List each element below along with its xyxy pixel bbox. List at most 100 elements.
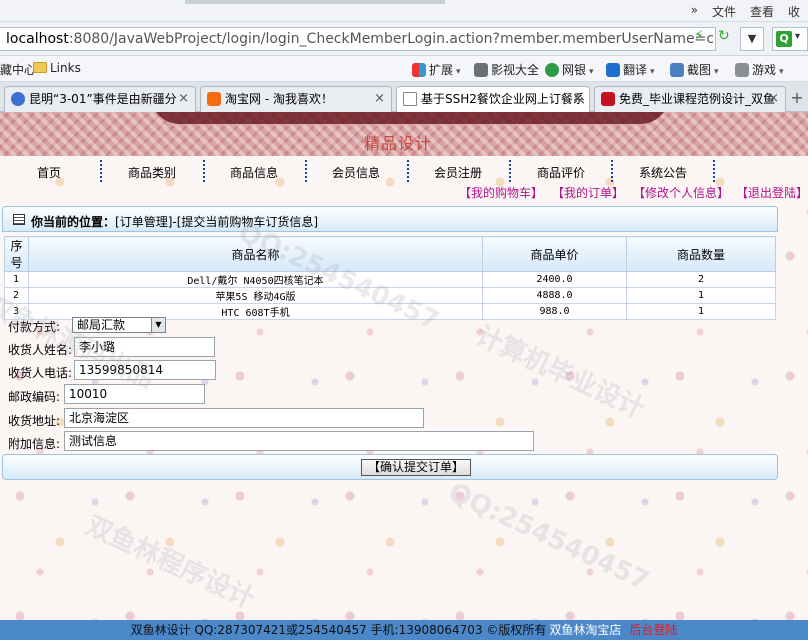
speed-mode-icon[interactable]: ⚡: [694, 28, 704, 44]
cell-qty: 1: [626, 287, 776, 304]
menu-overflow[interactable]: »: [691, 3, 698, 20]
address-bar: localhost:8080/JavaWebProject/login/logi…: [0, 22, 808, 56]
col-price: 商品单价: [482, 236, 627, 272]
fav-screenshot-label: 截图: [687, 63, 712, 77]
footer-shop-link[interactable]: 双鱼林淘宝店: [549, 623, 621, 637]
fav-video-label: 影视大全: [491, 63, 540, 77]
tab-current[interactable]: 基于SSH2餐饮企业网上订餐系 ×: [396, 86, 590, 113]
footer-admin-link[interactable]: 后台登陆: [629, 623, 677, 637]
fav-bank[interactable]: 网银 ▾: [545, 61, 594, 78]
nav-notices[interactable]: 系统公告: [639, 164, 687, 181]
tab-title: 淘宝网 - 淘我喜欢！: [225, 92, 333, 106]
payment-select[interactable]: 邮局汇款 ▼: [72, 317, 166, 333]
menu-items: » 文件 查看 收: [691, 3, 808, 20]
postcode-input[interactable]: 10010: [64, 384, 205, 404]
nav-reviews[interactable]: 商品评价: [537, 164, 585, 181]
nav-divider: [100, 160, 102, 182]
close-icon[interactable]: ×: [768, 87, 779, 111]
history-dropdown-icon[interactable]: ▼: [740, 27, 764, 51]
receiver-name-input[interactable]: 李小璐: [74, 337, 215, 357]
link-my-orders[interactable]: 【我的订单】: [552, 184, 624, 201]
receiver-phone-input[interactable]: 13599850814: [74, 360, 216, 380]
cell-price: 2400.0: [482, 271, 627, 288]
footer-copyright: 双鱼林设计 QQ:287307421或254540457 手机:13908064…: [130, 623, 547, 637]
fav-favorites-center[interactable]: 藏中心: [0, 61, 36, 78]
chevron-down-icon: ▾: [779, 67, 784, 77]
tab-news[interactable]: 昆明“3-01”事件是由新疆分 ×: [4, 86, 196, 112]
breadcrumb-label: 你当前的位置：: [31, 215, 116, 229]
bank-icon: [545, 63, 559, 77]
col-qty: 商品数量: [626, 236, 776, 272]
video-icon: [474, 63, 488, 77]
cell-name: 苹果5S 移动4G版: [28, 287, 483, 304]
tab-title: 基于SSH2餐饮企业网上订餐系: [421, 92, 585, 106]
memo-input[interactable]: 测试信息: [64, 431, 534, 451]
fav-video[interactable]: 影视大全: [474, 61, 539, 78]
nav-register[interactable]: 会员注册: [434, 164, 482, 181]
nav-members[interactable]: 会员信息: [332, 164, 380, 181]
new-tab-button[interactable]: +: [787, 88, 807, 108]
translate-icon: [606, 63, 620, 77]
site-footer: 双鱼林设计 QQ:287307421或254540457 手机:13908064…: [0, 620, 808, 640]
menu-favorites[interactable]: 收: [788, 3, 800, 20]
breadcrumb-path: [订单管理]-[提交当前购物车订货信息]: [115, 215, 319, 229]
menu-view[interactable]: 查看: [750, 3, 774, 20]
nav-products[interactable]: 商品信息: [230, 164, 278, 181]
fav-ext-label: 扩展: [429, 63, 454, 77]
table-row: 2 苹果5S 移动4G版 4888.0 1: [4, 287, 776, 304]
scissors-icon: [670, 63, 684, 77]
link-my-cart[interactable]: 【我的购物车】: [459, 184, 543, 201]
nav-divider: [509, 160, 511, 182]
cell-name: Dell/戴尔 N4050四核笔记本: [28, 271, 483, 288]
chevron-down-icon: ▾: [795, 31, 801, 42]
fav-games[interactable]: 游戏 ▾: [735, 61, 784, 78]
fav-extensions[interactable]: 扩展 ▾: [412, 61, 461, 78]
extensions-icon: [412, 63, 426, 77]
search-engine-icon: Q: [776, 31, 792, 47]
search-engine-button[interactable]: Q ▾: [772, 27, 808, 51]
site-icon: [601, 92, 615, 106]
browser-menubar: » 文件 查看 收: [0, 0, 808, 22]
cell-qty: 2: [626, 271, 776, 288]
watermark: 计算机毕业设计: [471, 320, 649, 425]
cell-price: 4888.0: [482, 287, 627, 304]
nav-home[interactable]: 首页: [37, 164, 61, 181]
breadcrumb: 你当前的位置：[订单管理]-[提交当前购物车订货信息]: [31, 213, 318, 230]
cart-table: 序号 商品名称 商品单价 商品数量 1 Dell/戴尔 N4050四核笔记本 2…: [4, 236, 776, 320]
close-icon[interactable]: ×: [572, 87, 583, 111]
close-icon[interactable]: ×: [374, 87, 385, 111]
nav-divider: [203, 160, 205, 182]
favorites-bar: 藏中心 Links 扩展 ▾ 影视大全 网银 ▾ 翻译 ▾ 截图 ▾ 游戏 ▾: [0, 56, 808, 82]
cell-price: 988.0: [482, 303, 627, 320]
link-logout[interactable]: 【退出登陆】: [736, 184, 808, 201]
member-links: 【我的购物车】 【我的订单】 【修改个人信息】 【退出登陆】: [0, 184, 808, 200]
submit-order-button[interactable]: 【确认提交订单】: [361, 459, 471, 476]
url-host: localhost: [6, 31, 69, 47]
cell-qty: 1: [626, 303, 776, 320]
menu-file[interactable]: 文件: [712, 3, 736, 20]
address-input[interactable]: 北京海淀区: [64, 408, 424, 428]
site-banner: 精品设计: [0, 112, 808, 156]
chevron-down-icon: ▾: [650, 67, 655, 77]
folder-icon: [33, 62, 47, 73]
nav-divider: [305, 160, 307, 182]
nav-categories[interactable]: 商品类别: [128, 164, 176, 181]
link-edit-profile[interactable]: 【修改个人信息】: [633, 184, 729, 201]
col-name: 商品名称: [28, 236, 483, 272]
taobao-icon: [207, 92, 221, 106]
fav-links[interactable]: Links: [33, 61, 81, 75]
tab-taobao[interactable]: 淘宝网 - 淘我喜欢！ ×: [200, 86, 392, 112]
nav-divider: [713, 160, 715, 182]
close-icon[interactable]: ×: [178, 87, 189, 111]
url-input[interactable]: localhost:8080/JavaWebProject/login/logi…: [0, 27, 716, 51]
reload-icon[interactable]: ↻: [718, 28, 734, 48]
tab-title: 昆明“3-01”事件是由新疆分: [29, 92, 177, 106]
play-icon: [11, 92, 25, 106]
fav-translate[interactable]: 翻译 ▾: [606, 61, 655, 78]
fav-screenshot[interactable]: 截图 ▾: [670, 61, 719, 78]
tab-free-design[interactable]: 免费_毕业课程范例设计_双鱼 ×: [594, 86, 786, 112]
location-panel: 你当前的位置：[订单管理]-[提交当前购物车订货信息]: [2, 206, 778, 232]
chevron-down-icon: ▾: [714, 67, 719, 77]
banner-title-art: [150, 112, 670, 124]
chevron-down-icon: ▾: [456, 67, 461, 77]
